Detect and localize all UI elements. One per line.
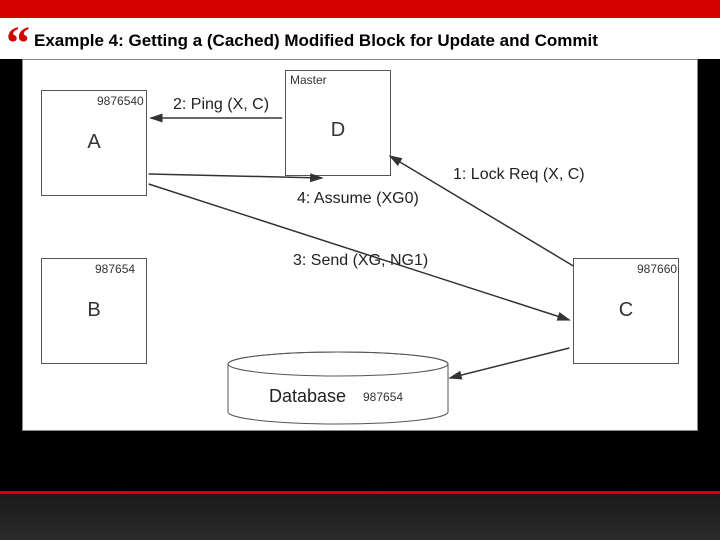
bottom-bar (0, 491, 720, 540)
database-scn: 987654 (363, 390, 403, 404)
node-b-label: B (87, 299, 100, 322)
content-area: A 9876540 B 987654 Master D C 987660 Dat… (0, 59, 720, 431)
node-d-label: D (331, 87, 345, 175)
msg-4-label: 4: Assume (XG0) (297, 190, 419, 208)
title-strip: “ Example 4: Getting a (Cached) Modified… (0, 18, 720, 59)
msg-1-label: 1: Lock Req (X, C) (453, 166, 585, 184)
node-c-scn: 987660 (637, 262, 677, 276)
quote-decoration: “ (6, 30, 30, 59)
node-a-scn: 9876540 (97, 94, 144, 108)
node-b-scn: 987654 (95, 262, 135, 276)
node-d-role: Master (290, 73, 327, 87)
diagram-canvas: A 9876540 B 987654 Master D C 987660 Dat… (22, 59, 698, 431)
msg-2-label: 2: Ping (X, C) (173, 96, 269, 114)
top-red-bar (0, 0, 720, 18)
msg-3-label: 3: Send (XG, NG1) (293, 252, 428, 270)
node-a-label: A (87, 131, 100, 154)
node-d: Master D (285, 70, 391, 176)
node-c-label: C (619, 299, 633, 322)
slide-title: Example 4: Getting a (Cached) Modified B… (34, 31, 598, 51)
database-label: Database (269, 386, 346, 407)
